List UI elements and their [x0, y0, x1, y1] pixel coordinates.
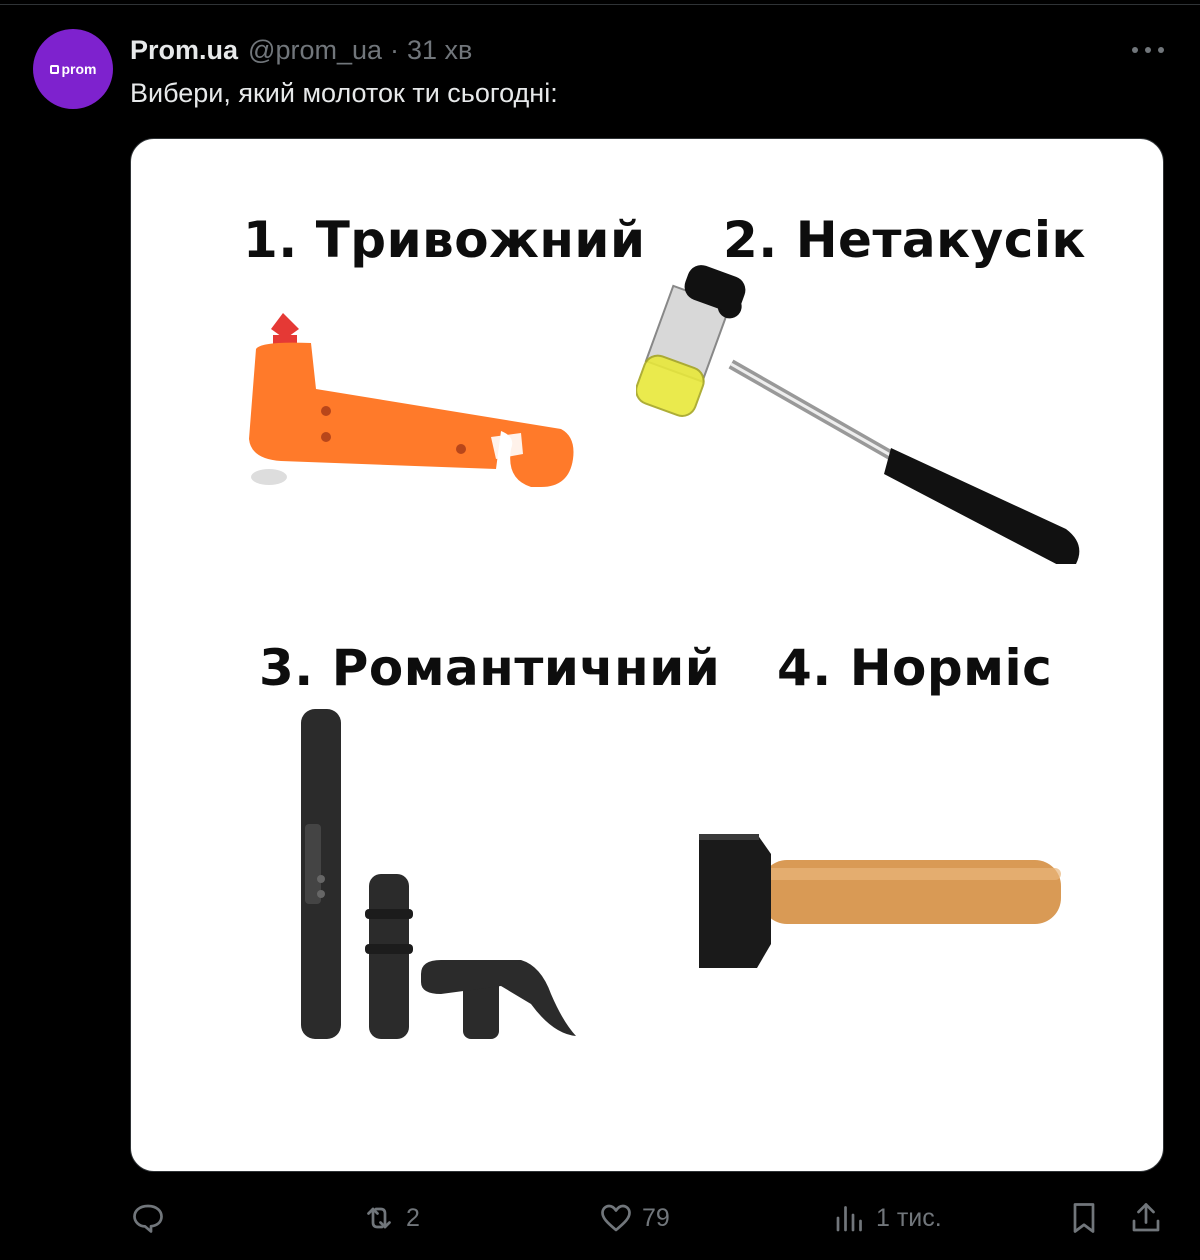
club-hammer-image: [699, 834, 1061, 968]
author-handle[interactable]: @prom_ua: [248, 35, 382, 66]
tweet-header: Prom.ua @prom_ua · 31 хв: [130, 32, 472, 68]
emergency-hammer-image: [249, 313, 574, 487]
timestamp[interactable]: 31 хв: [407, 35, 472, 66]
repost-icon: [367, 1207, 391, 1229]
like-count: 79: [642, 1203, 670, 1232]
reply-button[interactable]: [130, 1190, 174, 1246]
more-button[interactable]: [1128, 36, 1168, 64]
action-bar: 2 79 1 тис.: [0, 1190, 1200, 1246]
more-icon: [1132, 47, 1164, 53]
views-button[interactable]: 1 тис.: [832, 1190, 942, 1246]
share-icon: [1132, 1203, 1160, 1232]
repost-count: 2: [406, 1203, 420, 1232]
divider: [0, 4, 1200, 5]
separator: ·: [390, 34, 400, 65]
views-icon: [836, 1206, 862, 1232]
rubber-mallet-image: [636, 265, 1080, 564]
item-label-4: 4. Нормiс: [777, 639, 1053, 697]
author-name[interactable]: Prom.ua: [130, 35, 238, 66]
prom-logo-icon: [49, 64, 59, 74]
item-label-2: 2. Нетакусік: [723, 211, 1086, 269]
views-count: 1 тис.: [876, 1203, 942, 1232]
modular-hammer-image: [301, 709, 576, 1039]
item-label-3: 3. Романтичний: [259, 639, 721, 697]
avatar-text: prom: [61, 61, 97, 77]
tweet-text: Вибери, який молоток ти сьогодні:: [130, 78, 558, 108]
tweet-media[interactable]: 1. Тривожний 2. Нетакусік 3. Романтичний…: [130, 138, 1164, 1172]
repost-button[interactable]: 2: [360, 1190, 420, 1246]
tweet: prom Prom.ua @prom_ua · 31 хв Вибери, як…: [0, 0, 1200, 1260]
heart-icon: [601, 1204, 631, 1232]
item-label-1: 1. Тривожний: [243, 211, 646, 269]
reply-icon: [133, 1204, 163, 1233]
bookmark-button[interactable]: [1066, 1190, 1102, 1246]
share-button[interactable]: [1128, 1190, 1164, 1246]
avatar[interactable]: prom: [33, 29, 113, 109]
like-button[interactable]: 79: [598, 1190, 670, 1246]
bookmark-icon: [1073, 1203, 1095, 1233]
